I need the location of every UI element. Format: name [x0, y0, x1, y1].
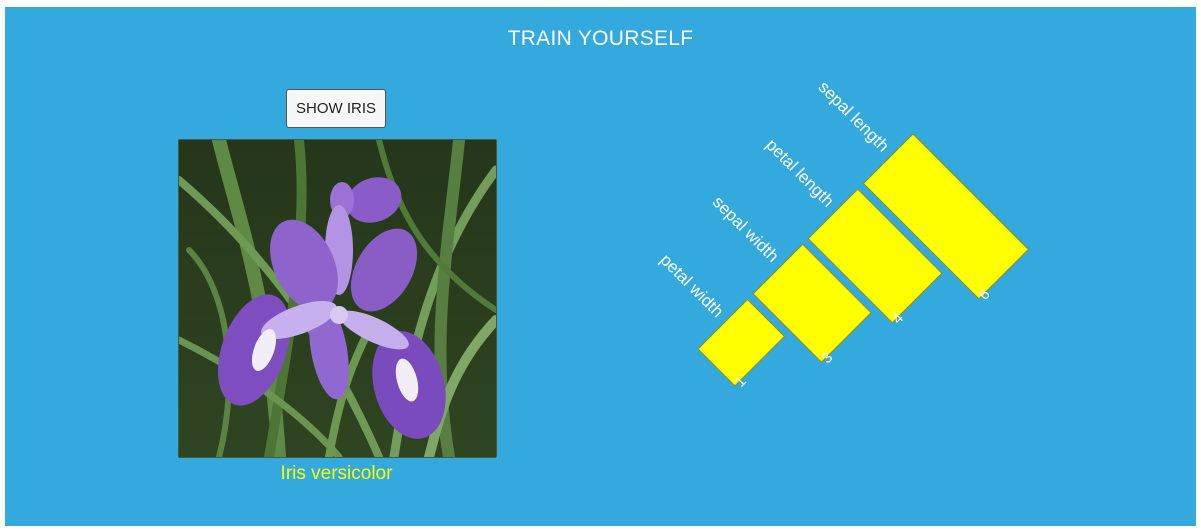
glyph-feature-label: sepal width: [709, 192, 783, 266]
glyph-feature-label: petal length: [762, 135, 838, 211]
iris-flower-image: [179, 140, 496, 457]
page-title: TRAIN YOURSELF: [507, 27, 694, 50]
glyph-feature-label: petal width: [656, 250, 727, 321]
glyph-feature-label: sepal length: [815, 77, 893, 155]
show-iris-button[interactable]: SHOW IRIS: [286, 89, 386, 128]
app-panel: TRAIN YOURSELF SHOW IRIS Iris versicolor…: [5, 7, 1196, 526]
iris-photo: [178, 139, 497, 458]
species-caption: Iris versicolor: [280, 463, 393, 484]
